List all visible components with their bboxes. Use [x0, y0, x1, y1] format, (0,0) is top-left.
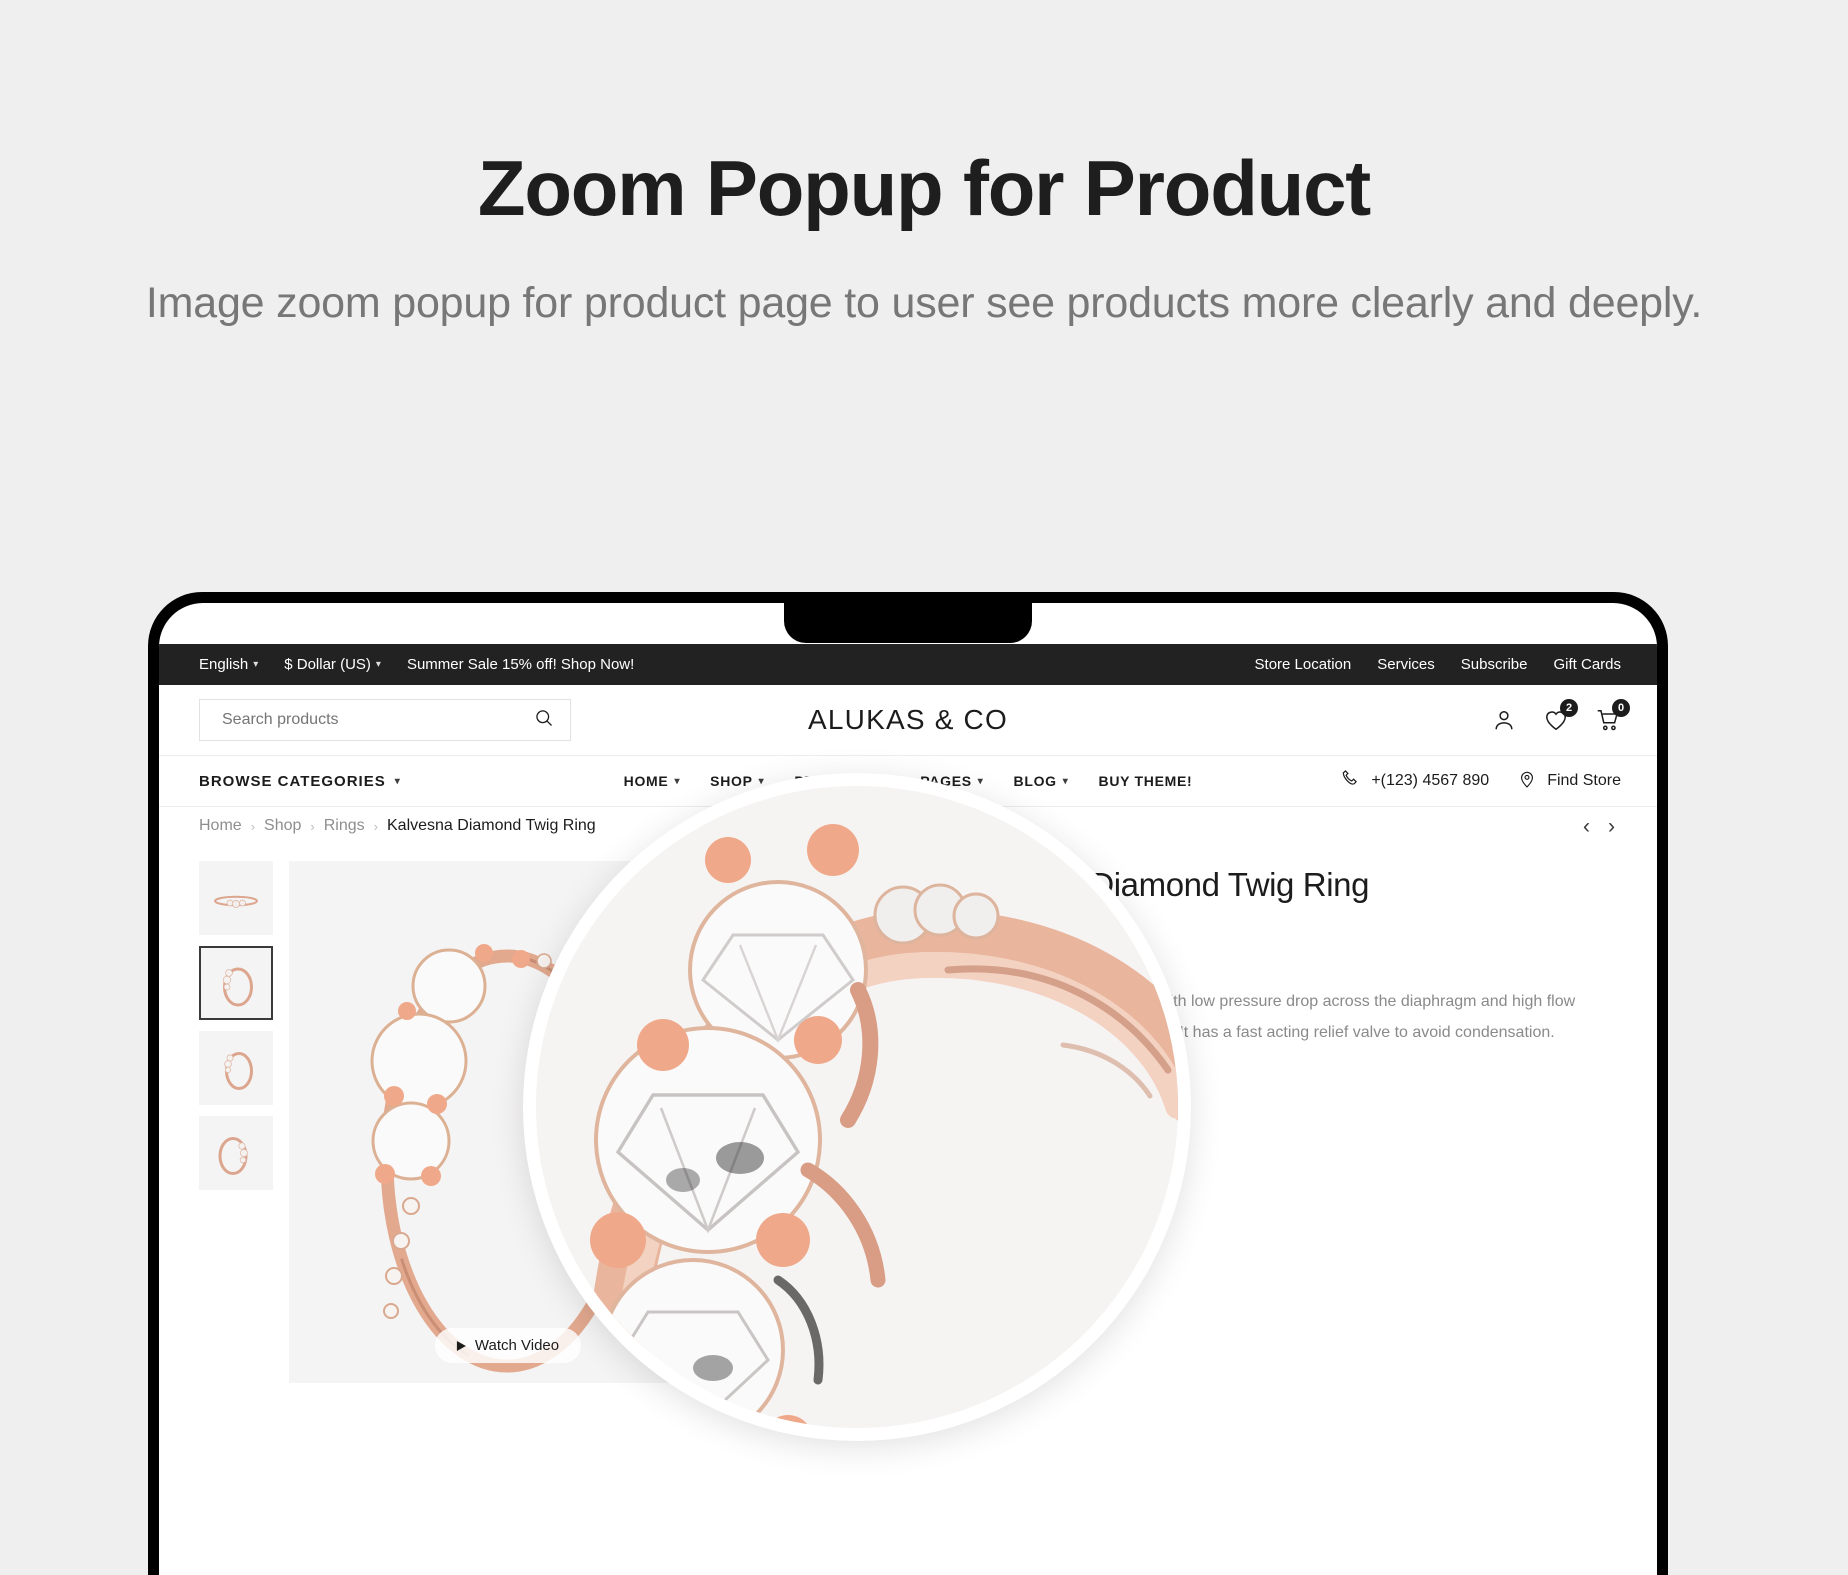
breadcrumb-item-rings[interactable]: Rings: [324, 817, 365, 835]
language-selector[interactable]: English ▾: [199, 656, 258, 673]
site-header: ALUKAS & CO 2: [159, 685, 1657, 755]
search-icon[interactable]: [534, 708, 554, 733]
topbar-link-store-location[interactable]: Store Location: [1255, 656, 1352, 673]
zoom-popup-image: [536, 786, 1178, 1428]
browse-categories-label: BROWSE CATEGORIES: [199, 772, 386, 790]
chevron-down-icon: ▾: [253, 659, 259, 670]
device-notch: [784, 603, 1032, 643]
account-icon[interactable]: [1491, 707, 1517, 733]
chevron-down-icon: ▾: [758, 775, 765, 787]
browse-categories-button[interactable]: BROWSE CATEGORIES ▾: [199, 773, 401, 790]
product-pagination: ‹ ›: [1583, 815, 1615, 839]
cart-icon[interactable]: 0: [1595, 699, 1630, 733]
breadcrumb-separator-icon: ›: [310, 818, 315, 834]
topbar-link-subscribe[interactable]: Subscribe: [1461, 656, 1528, 673]
search-box[interactable]: [199, 699, 571, 741]
device-screen: English ▾ $ Dollar (US) ▾ Summer Sale 15…: [159, 603, 1657, 1575]
chevron-down-icon: ▾: [977, 775, 984, 787]
cart-count-badge: 0: [1612, 699, 1630, 717]
zoom-popup[interactable]: [523, 773, 1191, 1441]
topbar-link-services[interactable]: Services: [1377, 656, 1435, 673]
location-pin-icon: [1517, 769, 1537, 794]
phone-link[interactable]: +(123) 4567 890: [1340, 768, 1489, 794]
play-icon: [456, 1340, 466, 1351]
find-store-label: Find Store: [1547, 772, 1621, 789]
hero-section: Zoom Popup for Product Image zoom popup …: [0, 0, 1848, 336]
thumbnail-ring-angled-left[interactable]: [199, 946, 273, 1020]
thumbnail-ring-angled-right[interactable]: [199, 1116, 273, 1190]
announcement-bar: English ▾ $ Dollar (US) ▾ Summer Sale 15…: [159, 644, 1657, 685]
chevron-down-icon: ▾: [1062, 775, 1069, 787]
prev-product-icon[interactable]: ‹: [1583, 815, 1590, 839]
currency-selector[interactable]: $ Dollar (US) ▾: [284, 656, 381, 673]
wishlist-icon[interactable]: 2: [1543, 699, 1578, 733]
device-mockup: English ▾ $ Dollar (US) ▾ Summer Sale 15…: [148, 592, 1668, 1575]
breadcrumb-item-shop[interactable]: Shop: [264, 817, 301, 835]
chevron-down-icon: ▾: [674, 775, 681, 787]
chevron-down-icon: ▾: [394, 775, 401, 787]
breadcrumb-separator-icon: ›: [250, 818, 256, 834]
phone-icon: [1340, 768, 1361, 794]
next-product-icon[interactable]: ›: [1608, 815, 1615, 839]
page-title: Zoom Popup for Product: [477, 144, 1371, 232]
find-store-link[interactable]: Find Store: [1517, 769, 1621, 794]
breadcrumb-item-home[interactable]: Home: [199, 817, 242, 835]
topbar-link-gift-cards[interactable]: Gift Cards: [1553, 656, 1621, 673]
thumbnail-list: [199, 861, 273, 1383]
site-logo[interactable]: ALUKAS & CO: [808, 704, 1008, 736]
thumbnail-ring-top-view[interactable]: [199, 861, 273, 935]
currency-label: $ Dollar (US): [284, 656, 371, 673]
wishlist-count-badge: 2: [1560, 699, 1578, 717]
promo-message[interactable]: Summer Sale 15% off! Shop Now!: [407, 656, 634, 673]
page-subtitle: Image zoom popup for product page to use…: [145, 278, 1703, 327]
device-bezel: English ▾ $ Dollar (US) ▾ Summer Sale 15…: [148, 592, 1668, 1575]
breadcrumb-separator-icon: ›: [373, 818, 378, 834]
search-input[interactable]: [222, 711, 534, 729]
chevron-down-icon: ▾: [375, 659, 381, 670]
language-label: English: [199, 656, 249, 673]
thumbnail-ring-side[interactable]: [199, 1031, 273, 1105]
phone-number: +(123) 4567 890: [1371, 772, 1490, 789]
